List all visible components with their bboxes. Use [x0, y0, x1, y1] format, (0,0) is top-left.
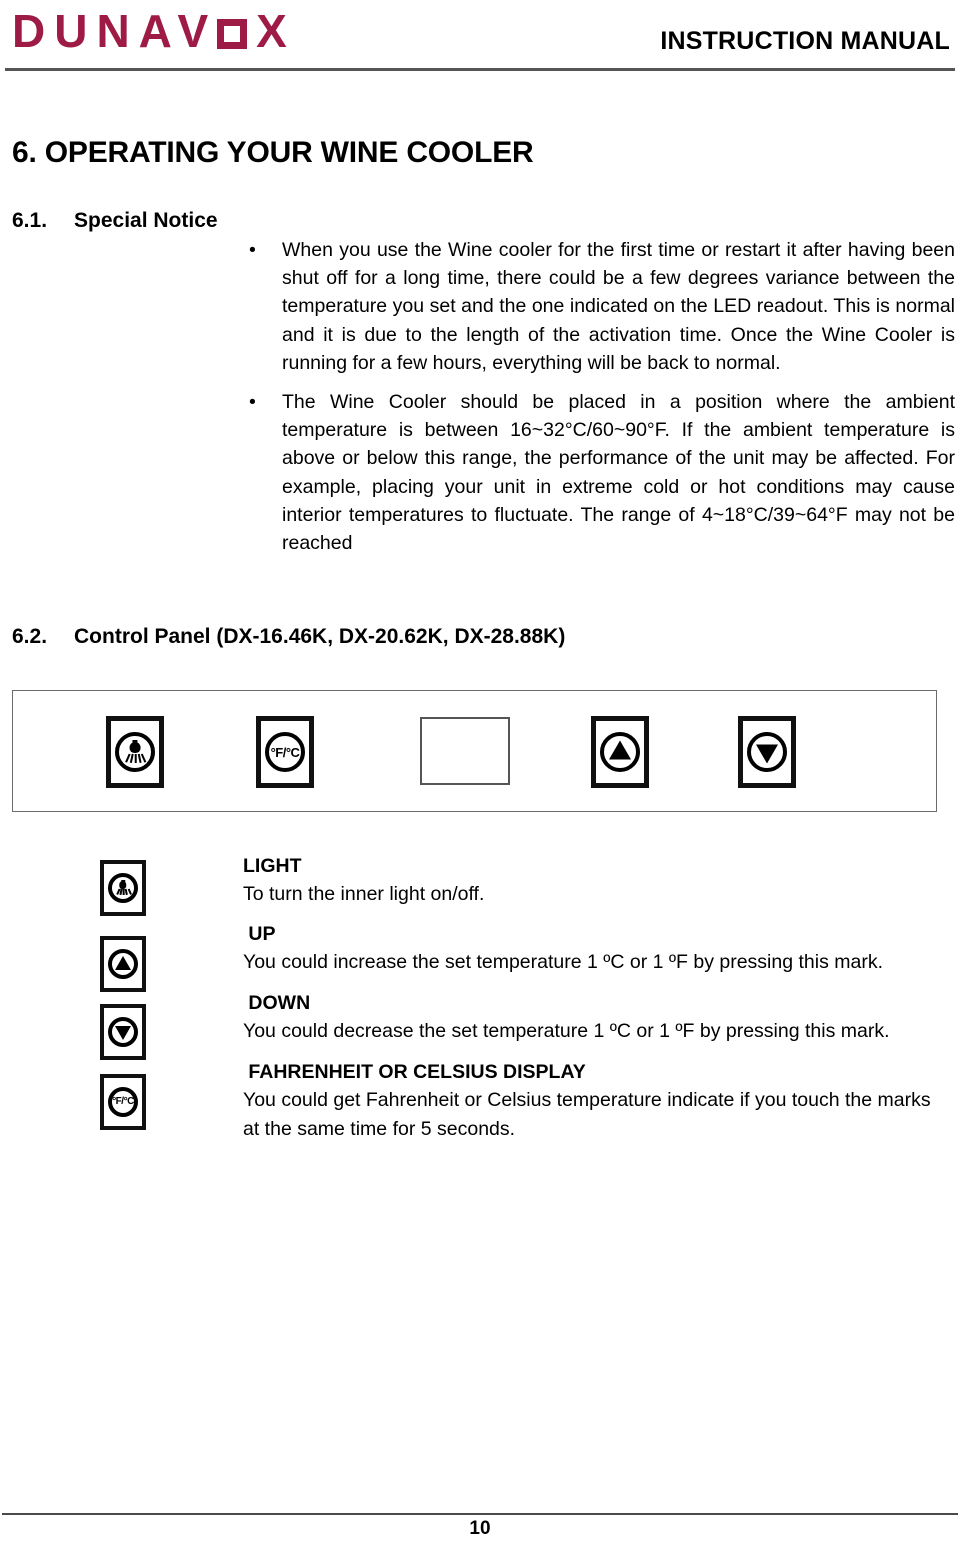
brand-logo-text-tail: X	[256, 5, 296, 57]
legend-up-button[interactable]	[100, 936, 146, 992]
page-header: DUNAV X INSTRUCTION MANUAL	[0, 0, 960, 78]
control-panel-legend: LIGHT To turn the inner light on/off. UP…	[100, 852, 950, 1150]
header-title: INSTRUCTION MANUAL	[660, 27, 950, 55]
down-arrow-icon	[747, 732, 787, 772]
up-button[interactable]	[591, 716, 649, 788]
down-arrow-icon	[108, 1017, 138, 1047]
legend-fahrenheit-celsius-button[interactable]: °F/°C	[100, 1074, 146, 1130]
section-heading-6-2: 6.2. Control Panel (DX-16.46K, DX-20.62K,…	[12, 625, 565, 649]
legend-title: DOWN	[243, 992, 311, 1014]
led-display	[420, 717, 510, 785]
section-number-6-2: 6.2.	[12, 625, 48, 648]
list-item: • When you use the Wine cooler for the f…	[243, 236, 955, 377]
legend-description: You could decrease the set temperature 1…	[243, 1020, 890, 1042]
legend-row-fahrenheit-celsius: °F/°C FAHRENHEIT OR CELSIUS DISPLAY You …	[100, 1058, 950, 1150]
legend-title: UP	[243, 923, 276, 945]
list-item-text: The Wine Cooler should be placed in a po…	[282, 391, 955, 555]
legend-down-button[interactable]	[100, 1004, 146, 1060]
light-bulb-icon	[108, 873, 138, 903]
legend-description: To turn the inner light on/off.	[243, 883, 485, 905]
section-number-6-1: 6.1.	[12, 209, 48, 232]
up-arrow-icon	[600, 732, 640, 772]
legend-row-down: DOWN You could decrease the set temperat…	[100, 989, 950, 1060]
fahrenheit-celsius-icon: °F/°C	[265, 732, 305, 772]
down-button[interactable]	[738, 716, 796, 788]
legend-description: You could increase the set temperature 1…	[243, 951, 883, 973]
light-button[interactable]	[106, 716, 164, 788]
legend-title: LIGHT	[243, 855, 302, 877]
fahrenheit-celsius-icon: °F/°C	[108, 1087, 138, 1117]
fahrenheit-celsius-label: °F/°C	[112, 1096, 134, 1107]
light-bulb-icon	[115, 732, 155, 772]
square-o-glyph-icon	[217, 19, 248, 49]
special-notice-list: • When you use the Wine cooler for the f…	[243, 236, 955, 557]
section-title-6-1: Special Notice	[74, 209, 218, 232]
legend-row-light: LIGHT To turn the inner light on/off.	[100, 852, 950, 920]
bullet-icon: •	[249, 391, 256, 414]
fahrenheit-celsius-button[interactable]: °F/°C	[256, 716, 314, 788]
control-panel-diagram: °F/°C	[12, 690, 937, 812]
legend-title: FAHRENHEIT OR CELSIUS DISPLAY	[243, 1061, 586, 1083]
up-arrow-icon	[108, 949, 138, 979]
list-item-text: When you use the Wine cooler for the fir…	[282, 239, 955, 374]
page-title: 6. OPERATING YOUR WINE COOLER	[12, 136, 534, 169]
section-heading-6-1: 6.1. Special Notice	[12, 209, 218, 233]
header-divider	[5, 68, 955, 71]
brand-logo: DUNAV X	[12, 6, 296, 56]
legend-row-up: UP You could increase the set temperatur…	[100, 920, 950, 992]
bullet-icon: •	[249, 239, 256, 261]
legend-light-button[interactable]	[100, 860, 146, 916]
page-number: 10	[469, 1518, 491, 1539]
list-item: • The Wine Cooler should be placed in a …	[243, 388, 955, 557]
legend-description: You could get Fahrenheit or Celsius temp…	[243, 1089, 931, 1140]
section-title-6-2: Control Panel (DX-16.46K, DX-20.62K, DX-…	[74, 625, 566, 648]
brand-logo-text: DUNAV	[12, 5, 218, 57]
footer-divider	[2, 1513, 958, 1515]
fahrenheit-celsius-label: °F/°C	[270, 744, 300, 760]
